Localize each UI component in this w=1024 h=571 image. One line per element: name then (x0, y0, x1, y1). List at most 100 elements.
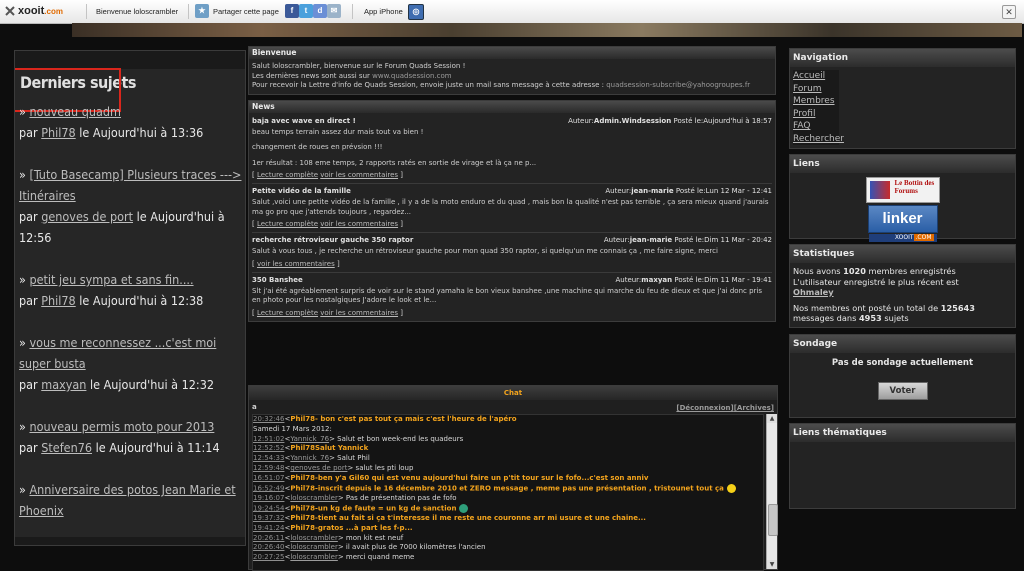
topic-link[interactable]: [Tuto Basecamp] Plusieurs traces ---> It… (19, 167, 241, 203)
chat-timestamp: 12:59:48 (253, 463, 285, 472)
topic-link[interactable]: petit jeu sympa et sans fin.... (29, 272, 193, 287)
topic-item: » nouveau permis moto pour 2013 par Stef… (19, 419, 220, 455)
topic-author-link[interactable]: genoves de port (41, 209, 133, 224)
topic-item: » vous me reconnessez ...c'est moi super… (19, 335, 217, 392)
delicious-icon[interactable]: d (313, 4, 327, 18)
xooit-logo[interactable]: xooit.com (18, 0, 63, 23)
chat-message-text: Samedi 17 Mars 2012: (253, 424, 332, 433)
scrollbar-thumb[interactable] (768, 504, 778, 536)
chat-log[interactable]: 20:32:46<Phil78- bon c'est pas tout ça m… (252, 414, 764, 571)
chat-username-link[interactable]: loloscrambler (290, 543, 338, 551)
read-more-link[interactable]: Lecture complète (257, 220, 318, 228)
topic-author-link[interactable]: Phil78 (41, 293, 75, 308)
chat-username-link[interactable]: loloscrambler (290, 494, 338, 502)
chat-message-text: > salut les pti loup (347, 463, 414, 472)
right-sidebar: Navigation Accueil Forum Membres Profil … (789, 48, 1016, 514)
comments-link[interactable]: voir les commentaires (320, 171, 398, 179)
chat-message: 12:51:02<Yannick_76> Salut et bon week-e… (253, 434, 464, 443)
by-label: par (19, 125, 38, 140)
topic-author-link[interactable]: Phil78 (41, 125, 75, 140)
news-item-body-line: Salut ,voici une petite vidéo de la fami… (252, 198, 769, 216)
comments-link[interactable]: voir les commentaires (320, 220, 398, 228)
twitter-icon[interactable]: t (299, 4, 313, 18)
navigation-box: Navigation Accueil Forum Membres Profil … (789, 48, 1016, 149)
news-site-label: Les dernières news sont aussi sur (252, 71, 370, 80)
chat-timestamp: 20:26:40 (253, 543, 285, 552)
chat-username-link[interactable]: loloscrambler (290, 553, 338, 561)
topic-time: le Aujourd'hui à 12:38 (79, 293, 204, 308)
close-icon[interactable]: ✕ (1002, 5, 1016, 19)
news-site-link[interactable]: www.quadsession.com (372, 72, 451, 80)
topic-link[interactable]: vous me reconnessez ...c'est moi super b… (19, 335, 216, 371)
main-column: Bienvenue Salut loloscrambler, bienvenue… (248, 46, 776, 327)
book-icon (869, 181, 890, 199)
facebook-icon[interactable]: f (285, 4, 299, 18)
newsletter-email-link[interactable]: quadsession-subscribe@yahoogroupes.fr (606, 81, 750, 89)
vote-button[interactable]: Voter (877, 381, 928, 400)
nav-item-forum[interactable]: Forum (793, 82, 839, 95)
chat-username-link[interactable]: loloscrambler (290, 534, 338, 542)
members-stat: Nous avons 1020 membres enregistrés (793, 266, 956, 276)
welcome-box: Bienvenue Salut loloscrambler, bienvenue… (248, 46, 776, 95)
chat-message: 19:24:54<Phil78-un kg de faute = un kg d… (253, 503, 763, 514)
news-item-meta: Auteur:jean-marie Posté le:Dim 11 Mar - … (603, 236, 772, 244)
chat-message: Samedi 17 Mars 2012: (253, 425, 763, 435)
panel-footer-bar (15, 537, 245, 545)
app-iphone-link[interactable]: App iPhone (364, 0, 403, 23)
chat-timestamp: 20:32:46 (253, 415, 285, 423)
nav-item-profil[interactable]: Profil (793, 107, 839, 120)
statistics-box: Statistiques Nous avons 1020 membres enr… (789, 244, 1016, 328)
mail-icon[interactable]: ✉ (327, 4, 341, 18)
archives-link[interactable]: [Archives] (734, 404, 774, 412)
welcome-user-text[interactable]: Bienvenue loloscrambler (96, 0, 178, 23)
star-icon[interactable]: ★ (195, 4, 209, 18)
chat-username-link[interactable]: Phil78 (290, 415, 315, 423)
chat-username-link[interactable]: Phil78 (290, 484, 315, 492)
topic-link[interactable]: nouveau quadm (29, 104, 121, 119)
latest-topics-panel: Derniers sujets » nouveau quadm par Phil… (14, 50, 246, 546)
iphone-app-icon[interactable]: ◎ (408, 4, 424, 20)
chat-username-link[interactable]: Phil78 (290, 524, 315, 532)
xooit-banner[interactable]: XOOIT .COM (868, 234, 937, 242)
links-box: Liens Le Bottin des Forums linker XOOIT.… (789, 154, 1016, 242)
xooit-x-icon[interactable] (5, 6, 15, 16)
bottin-des-forums-banner[interactable]: Le Bottin des Forums (865, 177, 940, 203)
chat-username-link[interactable]: genoves de port (290, 464, 347, 472)
chat-username-link[interactable]: Yannick_76 (290, 435, 329, 443)
welcome-text: Salut loloscrambler, bienvenue sur le Fo… (252, 62, 466, 70)
linker-banner[interactable]: linker (867, 205, 938, 233)
comments-link[interactable]: voir les commentaires (257, 260, 335, 268)
topic-author-link[interactable]: maxyan (41, 377, 86, 392)
topic-time: le Aujourd'hui à 12:32 (90, 377, 215, 392)
nav-item-rechercher[interactable]: Rechercher (793, 132, 844, 145)
chat-scrollbar[interactable]: ▲ ▼ (766, 414, 778, 569)
news-item-title: Petite vidéo de la famille (252, 187, 351, 195)
chat-message-text: -gratos ...à part les f-p... (314, 523, 413, 532)
by-label: par (19, 209, 38, 224)
news-item-body-line: Slt j'ai été agréablement surpris de voi… (252, 286, 763, 305)
comments-link[interactable]: voir les commentaires (320, 309, 398, 317)
chat-username-link[interactable]: Phil78 (290, 504, 315, 512)
chat-username-link[interactable]: Yannick_76 (290, 454, 329, 462)
chat-message: 19:16:07<loloscrambler> Pas de présentat… (253, 493, 457, 502)
chat-message-text: - bon c'est pas tout ça mais c'est l'heu… (314, 415, 517, 423)
latest-user-link[interactable]: Ohmaley (793, 287, 834, 297)
nav-item-accueil[interactable]: Accueil (793, 70, 839, 83)
scroll-up-icon[interactable]: ▲ (767, 414, 777, 423)
nav-item-faq[interactable]: FAQ (793, 120, 839, 133)
news-item-title: baja avec wave en direct ! (252, 116, 356, 125)
news-item-meta: Auteur:jean-marie Posté le:Lun 12 Mar - … (605, 187, 772, 195)
nav-item-membres[interactable]: Membres (793, 95, 839, 108)
chat-username-link[interactable]: Phil78 (290, 444, 315, 452)
topic-link[interactable]: Anniversaire des potos Jean Marie et Pho… (19, 482, 236, 518)
topic-author-link[interactable]: Stefen76 (41, 440, 92, 455)
chat-username-link[interactable]: Phil78 (290, 474, 315, 482)
chat-message: 20:32:46<Phil78- bon c'est pas tout ça m… (253, 415, 517, 423)
read-more-link[interactable]: Lecture complète (257, 309, 318, 317)
chat-username-link[interactable]: Phil78 (290, 514, 315, 522)
disconnect-link[interactable]: [Déconnexion] (676, 404, 733, 412)
topic-link[interactable]: nouveau permis moto pour 2013 (29, 419, 214, 434)
chat-message-text: > il avait plus de 7000 kilomètres l'anc… (337, 543, 486, 552)
read-more-link[interactable]: Lecture complète (257, 171, 318, 179)
share-page-link[interactable]: Partager cette page (213, 0, 279, 23)
